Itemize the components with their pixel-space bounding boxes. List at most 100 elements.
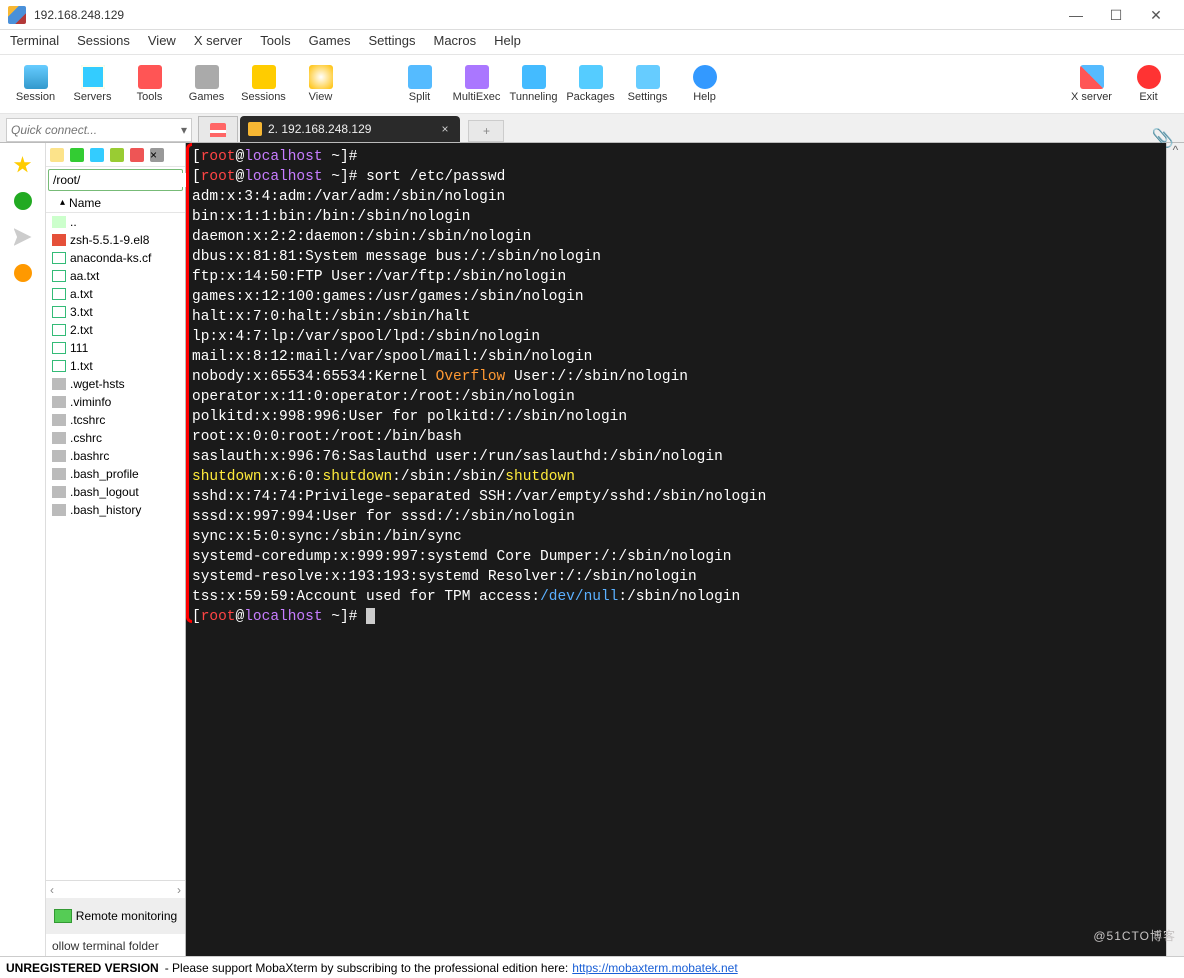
- file-icon: [52, 504, 66, 516]
- menu-games[interactable]: Games: [309, 33, 351, 48]
- file-icon: [52, 306, 66, 318]
- menu-help[interactable]: Help: [494, 33, 521, 48]
- globe-icon[interactable]: [14, 192, 32, 210]
- monitor-icon: [54, 909, 72, 923]
- footer-msg: - Please support MobaXterm by subscribin…: [165, 961, 569, 975]
- tb-tools[interactable]: Tools: [122, 65, 177, 103]
- home-icon: [210, 123, 226, 137]
- file-icon: [52, 252, 66, 264]
- footer: UNREGISTERED VERSION - Please support Mo…: [0, 956, 1184, 978]
- quick-connect[interactable]: ▾: [6, 118, 192, 142]
- terminal[interactable]: [root@localhost ~]#[root@localhost ~]# s…: [186, 143, 1166, 956]
- file-name: .cshrc: [70, 431, 102, 445]
- session-tab[interactable]: 2. 192.168.248.129 ×: [240, 116, 460, 142]
- tb-split[interactable]: Split: [392, 65, 447, 103]
- home-tab[interactable]: [198, 116, 238, 142]
- file-icon: [52, 342, 66, 354]
- file-row[interactable]: 3.txt: [46, 303, 185, 321]
- tb-servers[interactable]: Servers: [65, 65, 120, 103]
- send-icon[interactable]: [14, 228, 32, 246]
- tab-close-icon[interactable]: ×: [441, 122, 448, 136]
- close-button[interactable]: ✕: [1136, 1, 1176, 29]
- menu-tools[interactable]: Tools: [260, 33, 290, 48]
- hscroll[interactable]: ‹›: [46, 880, 185, 898]
- file-row[interactable]: anaconda-ks.cf: [46, 249, 185, 267]
- tb-exit[interactable]: Exit: [1121, 65, 1176, 103]
- orange-dot-icon[interactable]: [14, 264, 32, 282]
- titlebar: 192.168.248.129 — ☐ ✕: [0, 0, 1184, 30]
- newfolder-icon[interactable]: [130, 148, 144, 162]
- file-name: .tcshrc: [70, 413, 105, 427]
- file-name: .bash_profile: [70, 467, 139, 481]
- file-name: .bash_logout: [70, 485, 139, 499]
- file-row[interactable]: zsh-5.5.1-9.el8: [46, 231, 185, 249]
- file-row[interactable]: .tcshrc: [46, 411, 185, 429]
- file-row[interactable]: .wget-hsts: [46, 375, 185, 393]
- unregistered-label: UNREGISTERED VERSION: [6, 961, 159, 975]
- file-name: 1.txt: [70, 359, 93, 373]
- download-icon[interactable]: [70, 148, 84, 162]
- quick-connect-dropdown-icon[interactable]: ▾: [177, 123, 191, 137]
- tb-xserver[interactable]: X server: [1064, 65, 1119, 103]
- file-row[interactable]: .bashrc: [46, 447, 185, 465]
- file-name: ..: [70, 215, 77, 229]
- file-icon: [52, 414, 66, 426]
- tb-help[interactable]: Help: [677, 65, 732, 103]
- file-list: .. zsh-5.5.1-9.el8 anaconda-ks.cfaa.txta.t…: [46, 213, 185, 880]
- terminal-scrollbar[interactable]: ^: [1166, 143, 1184, 956]
- sftp-header[interactable]: ▴Name: [46, 193, 185, 213]
- footer-link[interactable]: https://mobaxterm.mobatek.net: [572, 961, 737, 975]
- tb-settings[interactable]: Settings: [620, 65, 675, 103]
- maximize-button[interactable]: ☐: [1096, 1, 1136, 29]
- menu-sessions[interactable]: Sessions: [77, 33, 130, 48]
- tb-session[interactable]: Session: [8, 65, 63, 103]
- file-name: 3.txt: [70, 305, 93, 319]
- tb-packages[interactable]: Packages: [563, 65, 618, 103]
- window-title: 192.168.248.129: [34, 8, 1056, 22]
- menu-xserver[interactable]: X server: [194, 33, 242, 48]
- sftp-panel: × ✓ ▴Name .. zsh-5.5.1-9.el8 anaconda-ks.c…: [46, 143, 186, 956]
- file-icon: [52, 486, 66, 498]
- file-icon: [52, 324, 66, 336]
- menubar: Terminal Sessions View X server Tools Ga…: [0, 30, 1184, 54]
- menu-macros[interactable]: Macros: [433, 33, 476, 48]
- file-row[interactable]: 111: [46, 339, 185, 357]
- left-side-strip: [0, 143, 46, 956]
- tb-sessions[interactable]: Sessions: [236, 65, 291, 103]
- terminal-icon: [248, 122, 262, 136]
- file-icon: [52, 234, 66, 246]
- file-icon: [52, 216, 66, 228]
- minimize-button[interactable]: —: [1056, 1, 1096, 29]
- file-row[interactable]: .bash_history: [46, 501, 185, 519]
- delete-icon[interactable]: ×: [150, 148, 164, 162]
- menu-view[interactable]: View: [148, 33, 176, 48]
- tb-view[interactable]: View: [293, 65, 348, 103]
- file-name: zsh-5.5.1-9.el8: [70, 233, 149, 247]
- file-row[interactable]: 1.txt: [46, 357, 185, 375]
- menu-terminal[interactable]: Terminal: [10, 33, 59, 48]
- upload-icon[interactable]: [90, 148, 104, 162]
- quick-connect-input[interactable]: [7, 123, 177, 137]
- tb-multiexec[interactable]: MultiExec: [449, 65, 504, 103]
- file-row[interactable]: .viminfo: [46, 393, 185, 411]
- file-row[interactable]: a.txt: [46, 285, 185, 303]
- file-icon: [52, 288, 66, 300]
- file-row[interactable]: 2.txt: [46, 321, 185, 339]
- tb-tunneling[interactable]: Tunneling: [506, 65, 561, 103]
- file-row[interactable]: aa.txt: [46, 267, 185, 285]
- remote-monitoring-button[interactable]: Remote monitoring: [46, 898, 185, 934]
- folder-icon[interactable]: [50, 148, 64, 162]
- file-row[interactable]: .bash_logout: [46, 483, 185, 501]
- sftp-path[interactable]: ✓: [48, 169, 183, 191]
- file-row[interactable]: .bash_profile: [46, 465, 185, 483]
- tb-games[interactable]: Games: [179, 65, 234, 103]
- refresh-icon[interactable]: [110, 148, 124, 162]
- star-icon[interactable]: [14, 156, 32, 174]
- menu-settings[interactable]: Settings: [369, 33, 416, 48]
- new-tab-button[interactable]: +: [468, 120, 504, 142]
- file-row[interactable]: .cshrc: [46, 429, 185, 447]
- session-tab-label: 2. 192.168.248.129: [268, 122, 371, 136]
- file-name: .bash_history: [70, 503, 141, 517]
- file-name: .viminfo: [70, 395, 111, 409]
- file-row[interactable]: ..: [46, 213, 185, 231]
